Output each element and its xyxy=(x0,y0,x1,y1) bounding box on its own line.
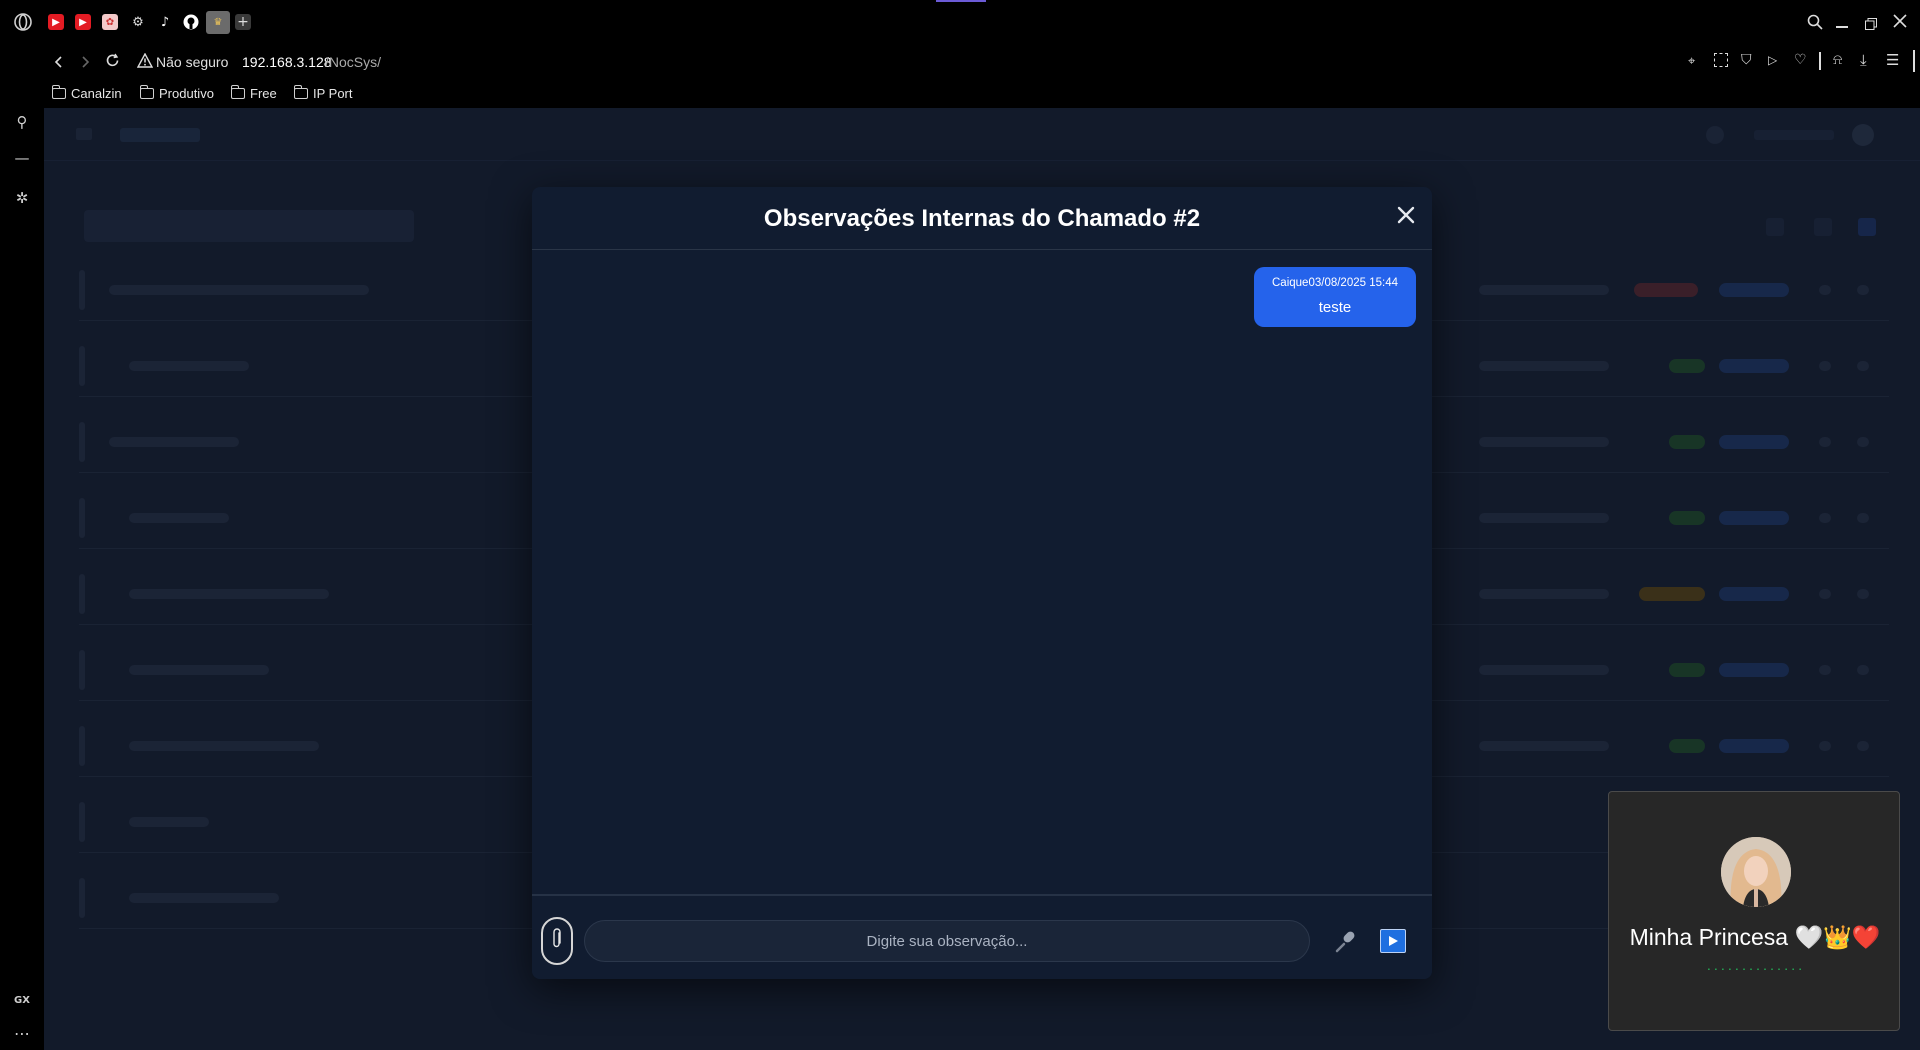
hamburger-icon xyxy=(76,128,92,140)
back-icon[interactable] xyxy=(52,54,66,68)
active-tab-icon[interactable]: ♛ xyxy=(206,11,230,34)
bookmark-label: Produtivo xyxy=(159,86,214,101)
message-text: teste xyxy=(1318,299,1352,316)
refresh-icon xyxy=(1814,218,1832,236)
observation-input[interactable] xyxy=(584,920,1310,962)
snapshot-icon[interactable] xyxy=(1714,53,1728,67)
close-icon[interactable] xyxy=(1392,201,1420,229)
avatar xyxy=(1852,124,1874,146)
github-tab-icon[interactable] xyxy=(183,14,199,30)
tab-indicator xyxy=(936,0,986,2)
message-author: Caique xyxy=(1272,277,1309,289)
message-meta: Caique03/08/2025 15:44 xyxy=(1254,277,1416,289)
warning-icon[interactable] xyxy=(136,52,154,68)
restore-icon[interactable] xyxy=(1865,15,1877,30)
heart-icon[interactable]: ♡ xyxy=(1794,52,1807,68)
sidebar-divider: — xyxy=(14,149,30,167)
send-icon xyxy=(1387,932,1399,951)
microphone-button[interactable] xyxy=(1332,928,1360,956)
message-input-bar xyxy=(532,896,1432,979)
page-title xyxy=(84,210,414,242)
shield-icon[interactable]: ⛉ xyxy=(1741,52,1752,68)
modal-header: Observações Internas do Chamado #2 xyxy=(532,187,1432,250)
attach-button[interactable] xyxy=(541,917,573,965)
toolbar-divider xyxy=(1913,50,1915,72)
browser-logo-icon[interactable] xyxy=(13,12,33,32)
url-host[interactable]: 192.168.3.128 xyxy=(242,54,332,70)
bookmarks-bar xyxy=(0,84,1920,108)
filter-icon xyxy=(1766,218,1784,236)
close-window-icon[interactable] xyxy=(1892,13,1908,29)
message-bubble: Caique03/08/2025 15:44 teste xyxy=(1254,267,1416,327)
caller-name: Minha Princesa 🤍👑❤️ xyxy=(1629,924,1881,950)
reload-icon[interactable] xyxy=(105,53,120,68)
folder-icon xyxy=(139,85,154,99)
address-bar: Não seguro 192.168.3.128 /NocSys/ ⌖ ⛉ ▷ … xyxy=(0,44,1920,84)
bookmark-label: Free xyxy=(250,86,277,101)
more-icon[interactable]: ⋯ xyxy=(12,1024,32,1044)
play-icon[interactable]: ▷ xyxy=(1768,53,1777,67)
youtube-tab-icon[interactable]: ▶ xyxy=(48,14,64,30)
app-topbar xyxy=(44,108,1920,161)
bookmark-label: IP Port xyxy=(313,86,353,101)
extensions-icon[interactable]: ✲ xyxy=(12,188,32,208)
url-path[interactable]: /NocSys/ xyxy=(325,54,381,70)
avatar xyxy=(1721,837,1791,907)
folder-icon xyxy=(51,85,66,99)
browser-sidebar: ⚲ — ✲ GX ⋯ xyxy=(0,84,44,1050)
message-timestamp: 03/08/2025 15:44 xyxy=(1308,277,1398,289)
bookmark-folder-canalzin[interactable]: Canalzin xyxy=(51,85,122,101)
toolbar-divider xyxy=(1819,52,1821,70)
app-tab-icon[interactable]: ✿ xyxy=(102,14,118,30)
forward-icon[interactable] xyxy=(78,54,92,68)
observations-modal: Observações Internas do Chamado #2 Caiqu… xyxy=(532,187,1432,979)
user-label xyxy=(1754,130,1834,140)
call-status-dots: .............. xyxy=(1705,962,1805,973)
folder-icon xyxy=(293,85,308,99)
minimize-icon[interactable] xyxy=(1836,26,1848,28)
search-icon[interactable] xyxy=(1807,14,1823,30)
gx-label[interactable]: GX xyxy=(12,991,32,1011)
browser-tab-bar: ▶ ▶ ✿ ⚙ ♪ ♛ + xyxy=(0,0,1920,44)
menu-icon[interactable]: ☰ xyxy=(1886,51,1899,69)
modal-title: Observações Internas do Chamado #2 xyxy=(763,205,1201,232)
new-tab-icon[interactable]: + xyxy=(235,14,251,30)
bookmark-folder-ip-port[interactable]: IP Port xyxy=(293,85,353,101)
folder-icon xyxy=(230,85,245,99)
chat-messages-area: Caique03/08/2025 15:44 teste xyxy=(532,250,1432,880)
bookmark-folder-free[interactable]: Free xyxy=(230,85,277,101)
account-icon[interactable]: ⍾ xyxy=(1833,52,1842,68)
pin-icon[interactable]: ⌖ xyxy=(1688,54,1695,69)
paperclip-icon xyxy=(551,928,563,954)
security-label[interactable]: Não seguro xyxy=(156,54,228,70)
tiktok-tab-icon[interactable]: ♪ xyxy=(157,14,173,30)
player-icon[interactable]: ⚲ xyxy=(12,112,32,132)
bookmark-label: Canalzin xyxy=(71,86,122,101)
call-widget[interactable]: Minha Princesa 🤍👑❤️ .............. xyxy=(1608,791,1900,1031)
bookmark-folder-produtivo[interactable]: Produtivo xyxy=(139,85,214,101)
download-icon[interactable]: ⤓ xyxy=(1860,51,1867,69)
app-brand xyxy=(120,128,200,142)
microphone-icon xyxy=(1332,931,1360,960)
theme-icon xyxy=(1706,126,1724,144)
chatgpt-tab-icon[interactable]: ⚙ xyxy=(130,14,146,30)
youtube-tab-icon[interactable]: ▶ xyxy=(75,14,91,30)
add-icon xyxy=(1858,218,1876,236)
send-button[interactable] xyxy=(1380,929,1406,953)
